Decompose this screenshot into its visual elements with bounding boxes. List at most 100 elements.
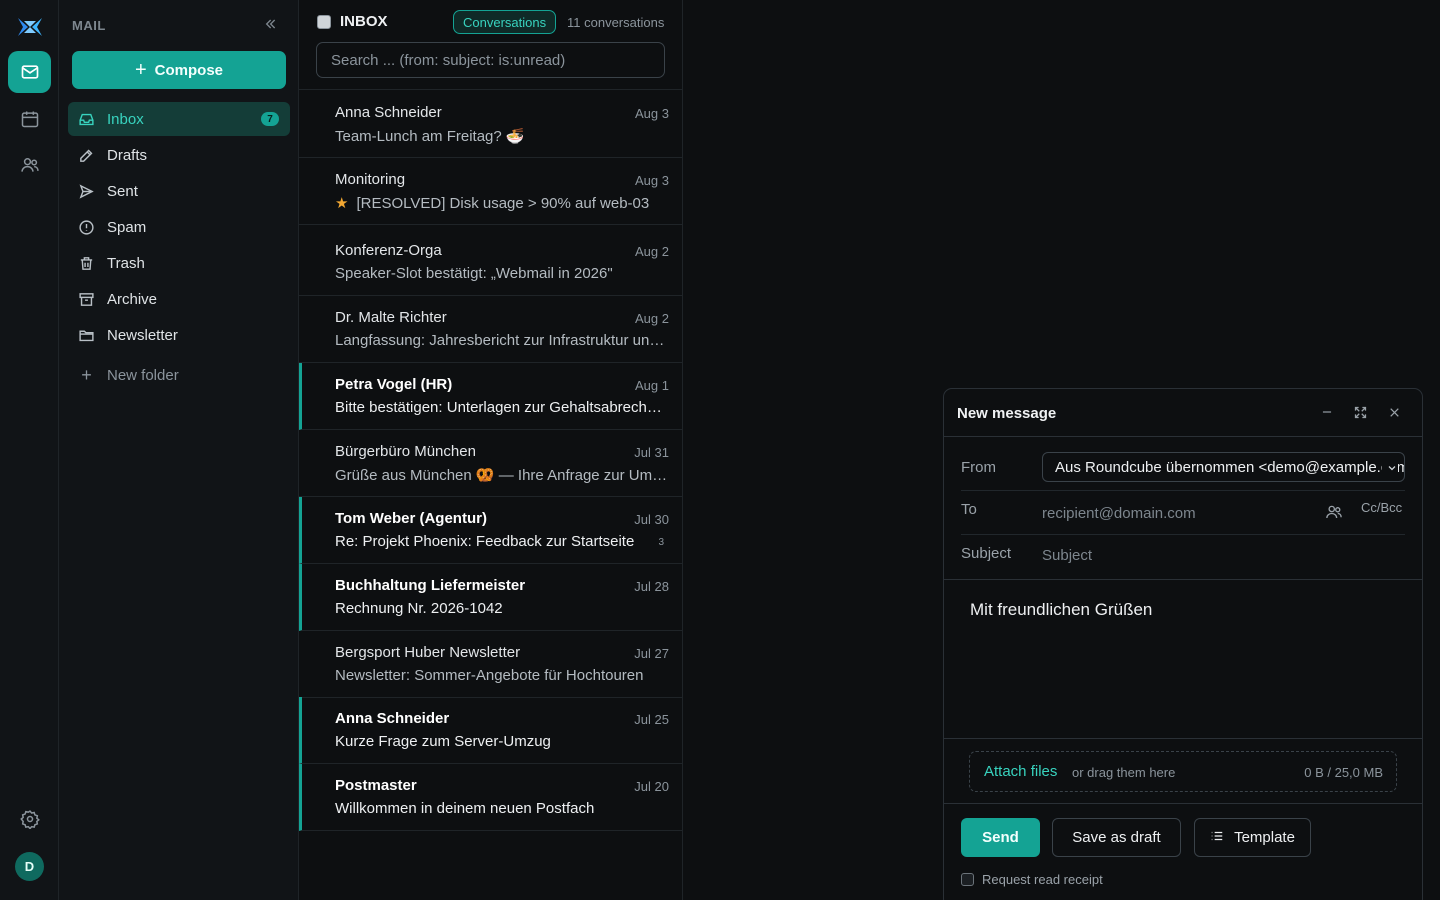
message-body-editor[interactable]: Mit freundlichen Grüßen bbox=[944, 579, 1422, 739]
message-sender: Anna Schneider bbox=[335, 104, 442, 121]
mail-icon[interactable] bbox=[8, 51, 51, 93]
subject-label: Subject bbox=[961, 545, 1012, 562]
sidebar-item-drafts[interactable]: Drafts bbox=[68, 138, 290, 172]
message-subject: Kurze Frage zum Server-Umzug bbox=[335, 733, 551, 750]
compose-header: New message bbox=[944, 389, 1422, 437]
message-list-header: INBOX Conversations 11 conversations bbox=[299, 0, 683, 90]
message-sender: Bürgerbüro München bbox=[335, 443, 476, 460]
list-item[interactable]: Monitoring Aug 3 ★ [RESOLVED] Disk usage … bbox=[299, 158, 683, 225]
sidebar-item-newsletter[interactable]: Newsletter bbox=[68, 318, 290, 352]
cc-bcc-toggle[interactable]: Cc/Bcc bbox=[1361, 500, 1402, 515]
compose-title: New message bbox=[957, 405, 1057, 422]
app-rail: D bbox=[0, 0, 59, 900]
folder-icon bbox=[78, 327, 95, 344]
message-date: Aug 1 bbox=[635, 378, 669, 393]
save-draft-button[interactable]: Save as draft bbox=[1052, 818, 1181, 857]
sidebar-item-label: Newsletter bbox=[107, 326, 178, 344]
read-receipt-option[interactable]: Request read receipt bbox=[961, 872, 1103, 887]
message-subject-row: ★ [RESOLVED] Disk usage > 90% auf web-03 bbox=[335, 194, 668, 212]
list-item[interactable]: Bergsport Huber Newsletter Jul 27 Newsle… bbox=[299, 631, 683, 698]
message-subject: Grüße aus München 🥨 — Ihre Anfrage zur U… bbox=[335, 467, 668, 484]
inbox-icon bbox=[78, 111, 95, 128]
list-item[interactable]: Postmaster Jul 20 Willkommen in deinem n… bbox=[299, 764, 683, 831]
collapse-sidebar-icon[interactable] bbox=[262, 16, 278, 37]
message-sender: Tom Weber (Agentur) bbox=[335, 510, 487, 527]
sidebar-item-sent[interactable]: Sent bbox=[68, 174, 290, 208]
message-date: Jul 31 bbox=[634, 445, 669, 460]
star-icon[interactable]: ★ bbox=[335, 195, 348, 212]
divider bbox=[944, 803, 1422, 804]
archive-icon bbox=[78, 291, 95, 308]
message-subject: Bitte bestätigen: Unterlagen zur Gehalts… bbox=[335, 399, 668, 416]
thread-count: 3 bbox=[658, 537, 664, 548]
list-item[interactable]: Tom Weber (Agentur) Jul 30 Re: Projekt P… bbox=[299, 497, 683, 564]
message-subject: Team-Lunch am Freitag? 🍜 bbox=[335, 128, 525, 145]
unread-badge: 7 bbox=[261, 112, 279, 126]
list-item[interactable]: Buchhaltung Liefermeister Jul 28 Rechnun… bbox=[299, 564, 683, 631]
sidebar-item-spam[interactable]: Spam bbox=[68, 210, 290, 244]
message-date: Jul 30 bbox=[634, 512, 669, 527]
sidebar-item-label: Inbox bbox=[107, 110, 144, 128]
maximize-icon[interactable] bbox=[1352, 404, 1368, 420]
message-subject: Willkommen in deinem neuen Postfach bbox=[335, 800, 595, 817]
message-sender: Dr. Malte Richter bbox=[335, 309, 447, 326]
list-item[interactable]: Anna Schneider Aug 3 Team-Lunch am Freit… bbox=[299, 91, 683, 158]
from-select[interactable]: Aus Roundcube übernommen <demo@example.c… bbox=[1042, 452, 1405, 482]
message-sender: Petra Vogel (HR) bbox=[335, 376, 453, 393]
app-logo-icon[interactable] bbox=[15, 14, 45, 40]
from-value: Aus Roundcube übernommen <demo@example.c… bbox=[1055, 458, 1405, 476]
gear-icon[interactable] bbox=[8, 798, 51, 840]
chevron-down-icon bbox=[1382, 461, 1398, 478]
message-date: Aug 3 bbox=[635, 106, 669, 121]
sidebar-item-trash[interactable]: Trash bbox=[68, 246, 290, 280]
calendar-icon[interactable] bbox=[8, 98, 51, 140]
template-button[interactable]: Template bbox=[1194, 818, 1311, 857]
send-button[interactable]: Send bbox=[961, 818, 1040, 857]
sidebar-item-label: Archive bbox=[107, 290, 158, 308]
subject-field[interactable] bbox=[1042, 545, 1382, 565]
message-sender: Anna Schneider bbox=[335, 710, 450, 727]
message-sender: Postmaster bbox=[335, 777, 417, 794]
new-folder-button[interactable]: + New folder bbox=[68, 358, 290, 392]
to-label: To bbox=[961, 501, 977, 518]
close-icon[interactable] bbox=[1386, 404, 1402, 420]
search-input[interactable] bbox=[316, 42, 665, 78]
sidebar-item-inbox[interactable]: Inbox 7 bbox=[68, 102, 290, 136]
minimize-icon[interactable] bbox=[1319, 404, 1335, 420]
list-item[interactable]: Petra Vogel (HR) Aug 1 Bitte bestätigen:… bbox=[299, 363, 683, 430]
address-book-icon[interactable] bbox=[1325, 503, 1343, 526]
compose-button[interactable]: + Compose bbox=[72, 51, 286, 89]
list-item[interactable]: Konferenz-Orga Aug 2 Speaker-Slot bestät… bbox=[299, 229, 683, 296]
trash-icon bbox=[78, 255, 95, 272]
send-icon bbox=[78, 183, 95, 200]
folder-title: INBOX bbox=[340, 13, 388, 30]
conversation-count: 11 conversations bbox=[567, 15, 665, 30]
message-subject: Newsletter: Sommer-Angebote für Hochtour… bbox=[335, 667, 644, 684]
attach-files-link[interactable]: Attach files bbox=[984, 763, 1057, 780]
list-item[interactable]: Dr. Malte Richter Aug 2 Langfassung: Jah… bbox=[299, 296, 683, 363]
attachment-size: 0 B / 25,0 MB bbox=[1304, 765, 1383, 780]
from-label: From bbox=[961, 459, 996, 476]
read-receipt-label: Request read receipt bbox=[982, 872, 1103, 887]
sidebar-item-label: Spam bbox=[107, 218, 147, 236]
sidebar-item-label: Trash bbox=[107, 254, 145, 272]
contacts-icon[interactable] bbox=[8, 144, 51, 186]
attachment-dropzone[interactable]: Attach files or drag them here 0 B / 25,… bbox=[969, 751, 1397, 792]
folder-sidebar: MAIL + Compose Inbox 7 Drafts Sent Spam … bbox=[59, 0, 299, 900]
body-signature: Mit freundlichen Grüßen bbox=[970, 600, 1153, 619]
read-receipt-checkbox[interactable] bbox=[961, 873, 974, 886]
compose-window: New message From Aus Roundcube übernomme… bbox=[943, 388, 1423, 900]
pencil-icon bbox=[78, 147, 95, 164]
sidebar-item-archive[interactable]: Archive bbox=[68, 282, 290, 316]
message-date: Jul 28 bbox=[634, 579, 669, 594]
attach-hint: or drag them here bbox=[1072, 765, 1176, 780]
message-subject: Re: Projekt Phoenix: Feedback zur Starts… bbox=[335, 533, 635, 550]
to-field[interactable] bbox=[1042, 503, 1312, 523]
list-item[interactable]: Bürgerbüro München Jul 31 Grüße aus Münc… bbox=[299, 430, 683, 497]
avatar[interactable]: D bbox=[15, 852, 44, 881]
list-item[interactable]: Anna Schneider Jul 25 Kurze Frage zum Se… bbox=[299, 697, 683, 764]
sidebar-item-label: Drafts bbox=[107, 146, 148, 164]
view-mode-toggle[interactable]: Conversations bbox=[453, 10, 557, 34]
select-all-checkbox[interactable] bbox=[317, 15, 331, 29]
message-sender: Bergsport Huber Newsletter bbox=[335, 644, 521, 661]
